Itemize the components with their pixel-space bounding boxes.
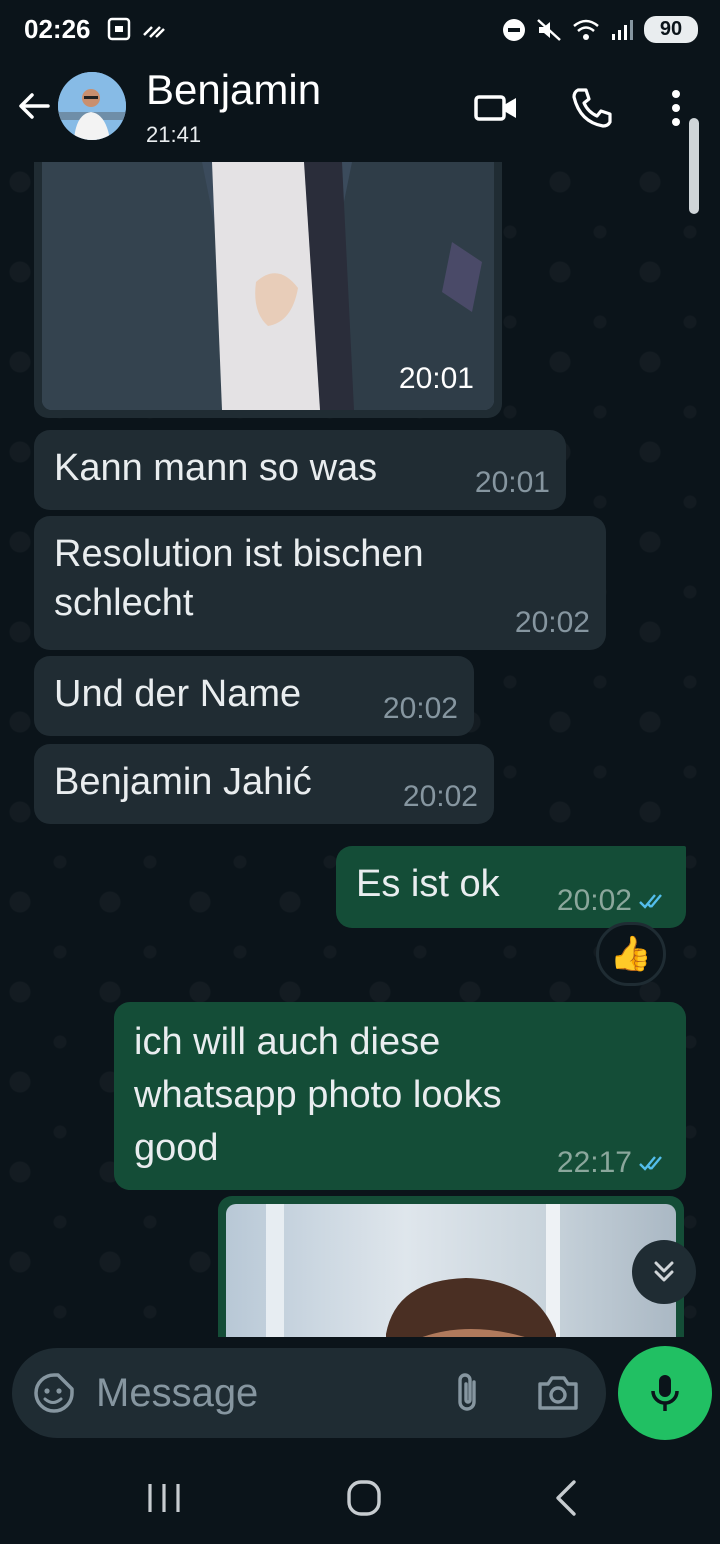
avatar-photo <box>58 72 126 140</box>
last-seen: 21:41 <box>146 122 202 147</box>
chat-header: Benjamin 21:41 <box>0 62 720 162</box>
avatar[interactable] <box>58 72 126 140</box>
message-time: 20:01 <box>398 362 474 395</box>
message-time: 20:02 <box>514 606 590 639</box>
camera-icon[interactable] <box>534 1370 582 1416</box>
status-time: 02:26 <box>24 14 91 44</box>
outgoing-message[interactable]: ich will auch diese whatsapp photo looks… <box>114 1002 686 1190</box>
microphone-icon <box>651 1375 679 1411</box>
message-text: Kann mann so was <box>54 447 378 489</box>
nav-back-icon[interactable] <box>542 1476 590 1520</box>
message-status: 22:17 <box>557 1146 670 1180</box>
photo-portrait <box>226 1204 676 1337</box>
voice-message-button[interactable] <box>618 1346 712 1440</box>
status-icons-left <box>106 16 166 42</box>
chat-area[interactable]: 20:01 Kann mann so was 20:01 Resolution … <box>0 162 720 1337</box>
status-bar: 02:26 90 <box>0 0 720 62</box>
photo-suit: 20:01 <box>42 162 494 410</box>
message-time: 22:17 <box>556 1146 632 1179</box>
incoming-message[interactable]: Und der Name 20:02 <box>34 656 474 736</box>
mute-icon <box>537 18 561 41</box>
portrait-photo-graphic <box>266 1204 560 1337</box>
incoming-message[interactable]: Resolution ist bischen schlecht 20:02 <box>34 516 606 650</box>
message-status: 20:02 <box>557 884 670 918</box>
message-time: 20:02 <box>402 780 478 813</box>
message-time: 20:02 <box>556 884 632 917</box>
message-text: Resolution ist bischen schlecht <box>54 533 424 625</box>
back-arrow-icon[interactable] <box>14 86 54 126</box>
cell-signal-icon <box>612 19 633 40</box>
contact-name[interactable]: Benjamin <box>146 66 321 114</box>
message-composer <box>12 1348 606 1438</box>
read-receipt-icon <box>639 1156 662 1171</box>
wifi-icon <box>573 19 599 40</box>
incoming-photo-message[interactable]: 20:01 <box>34 162 502 418</box>
read-receipt-icon <box>639 894 662 909</box>
home-icon[interactable] <box>340 1476 388 1520</box>
recent-apps-icon[interactable] <box>140 1476 188 1520</box>
message-input[interactable] <box>96 1368 426 1418</box>
sticker-icon[interactable] <box>32 1371 76 1415</box>
outgoing-message[interactable]: Es ist ok 20:02 <box>336 846 686 928</box>
video-call-icon[interactable] <box>472 84 520 132</box>
message-time: 20:02 <box>382 692 458 725</box>
scroll-down-icon <box>654 1261 674 1282</box>
battery-level: 90 <box>644 16 698 43</box>
scroll-to-bottom-button[interactable] <box>632 1240 696 1304</box>
chat-scrollbar[interactable] <box>689 118 699 214</box>
incoming-message[interactable]: Benjamin Jahić 20:02 <box>34 744 494 824</box>
signal-lines-icon <box>143 26 165 38</box>
reaction-thumbs-up[interactable]: 👍 <box>596 922 666 986</box>
phone-icon[interactable] <box>568 84 616 132</box>
do-not-disturb-icon <box>503 18 525 41</box>
system-navigation-bar <box>0 1450 720 1544</box>
attach-icon[interactable] <box>446 1370 490 1416</box>
outgoing-photo-message[interactable] <box>218 1196 684 1337</box>
status-icons-right: 90 <box>502 16 698 43</box>
screenshot-icon <box>107 17 131 41</box>
message-time: 20:01 <box>474 466 550 499</box>
incoming-message[interactable]: Kann mann so was 20:01 <box>34 430 566 510</box>
